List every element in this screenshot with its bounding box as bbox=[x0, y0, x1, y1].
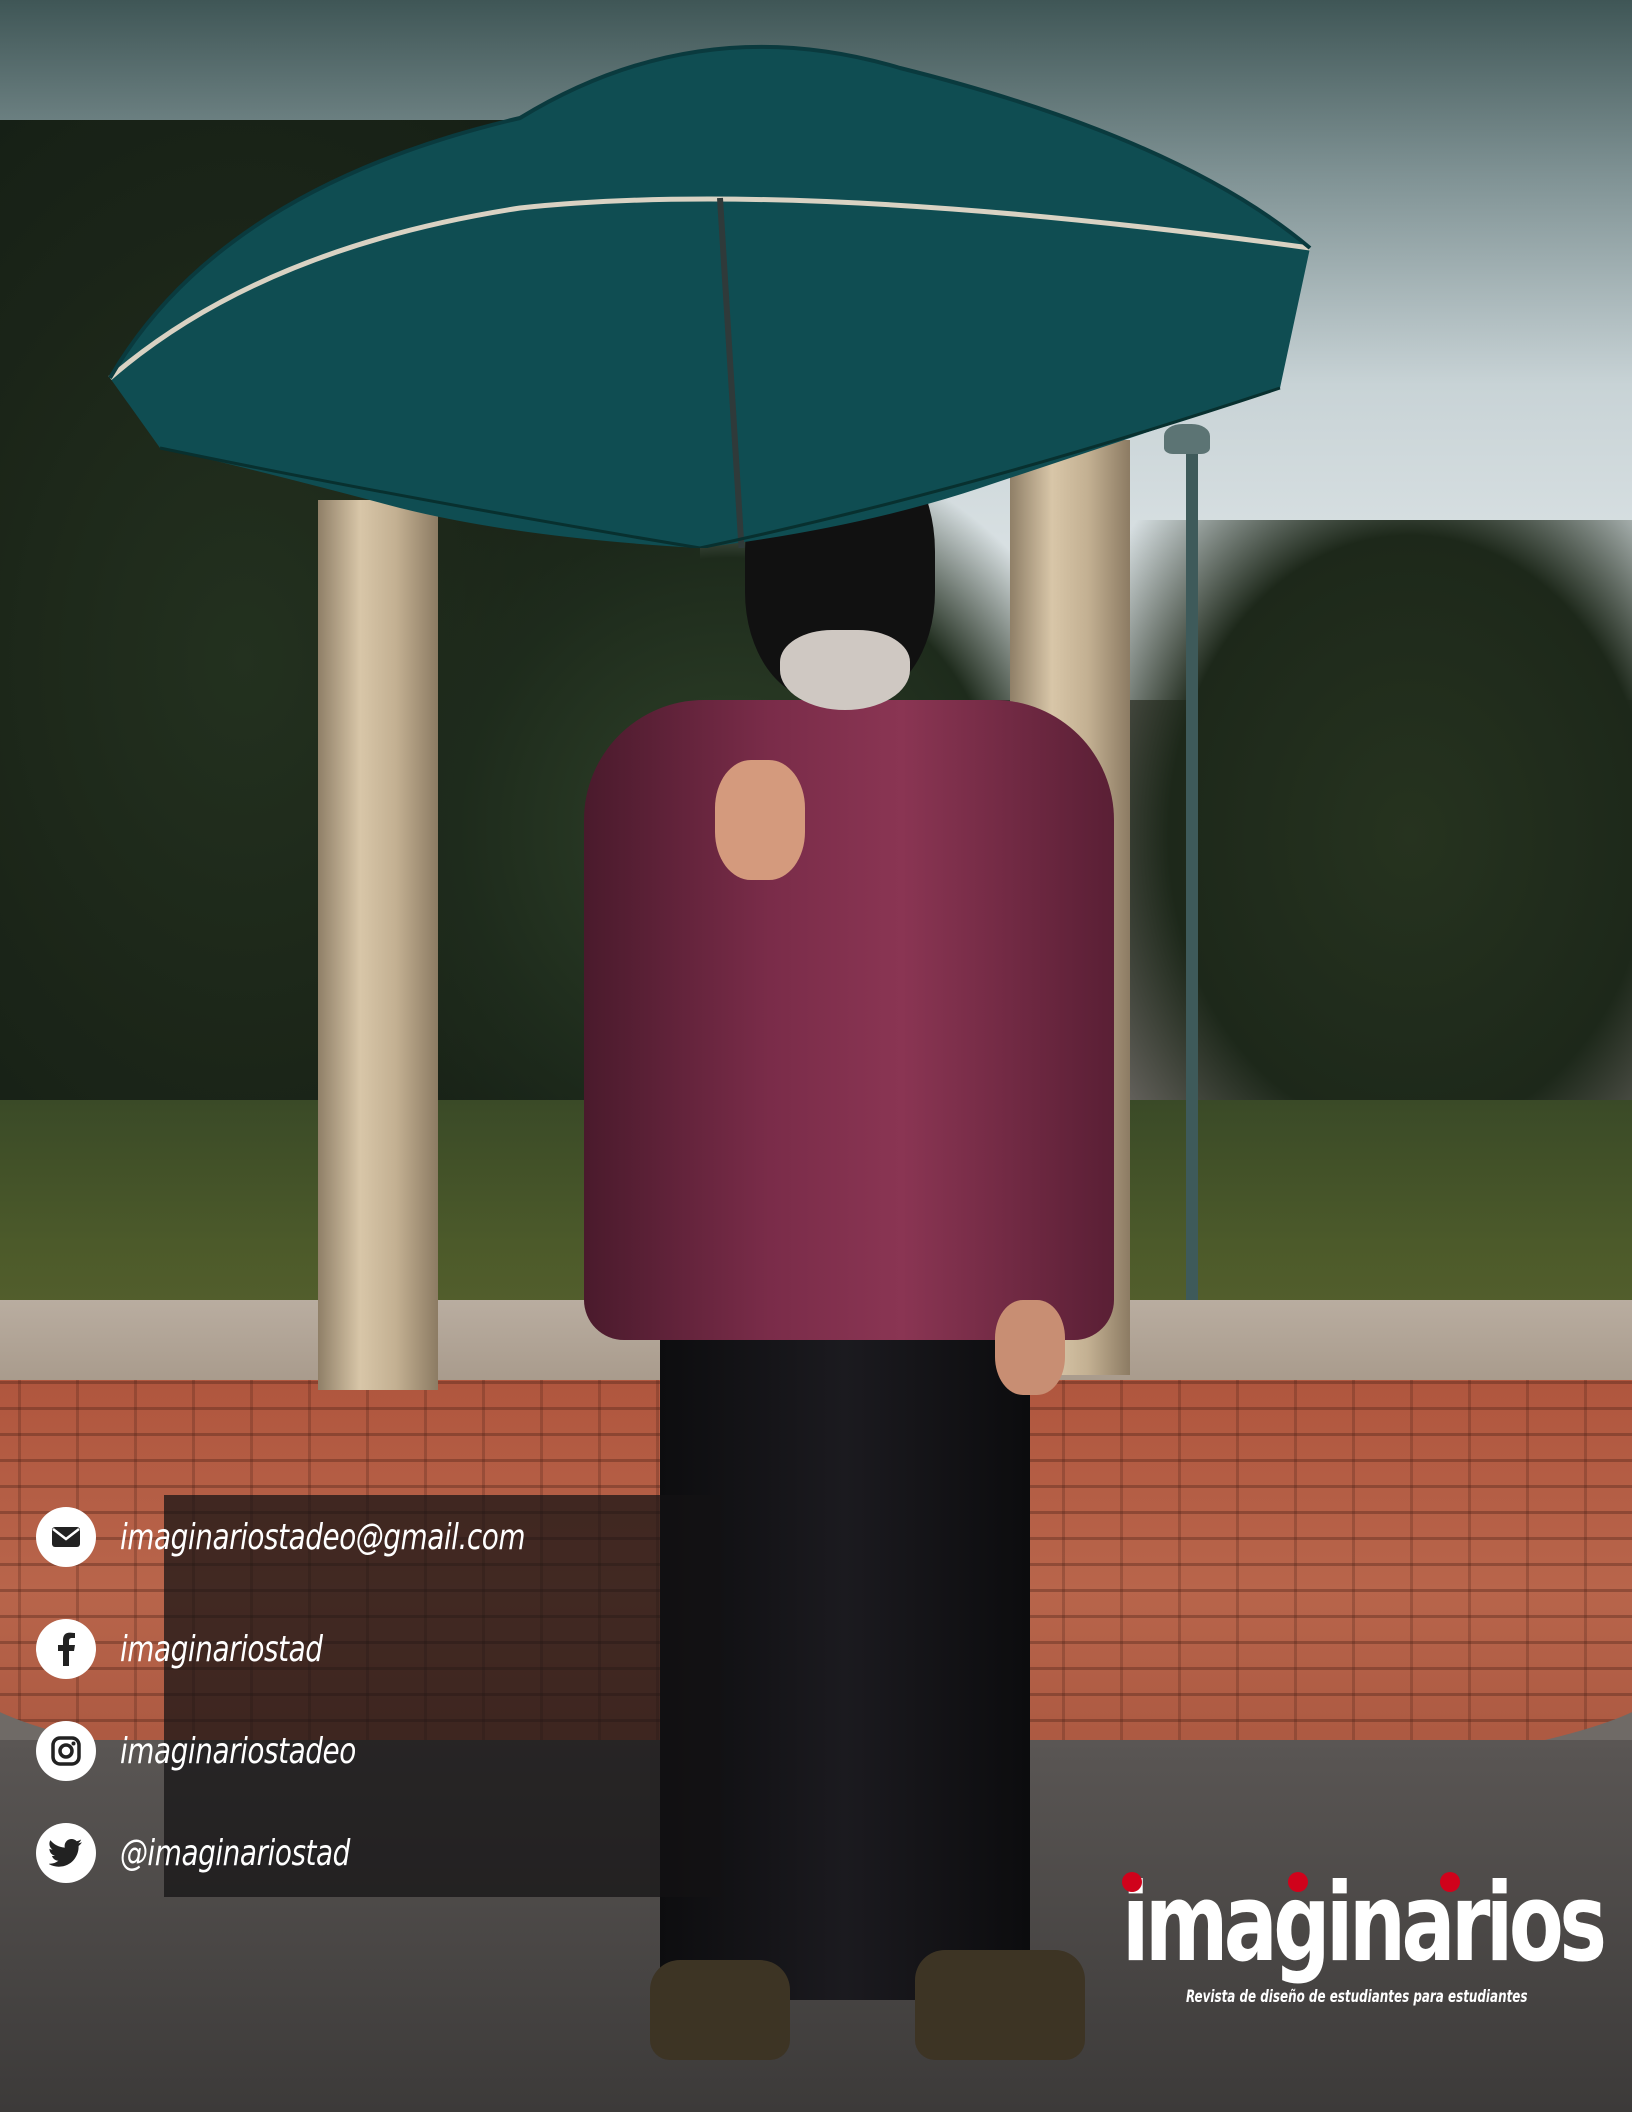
contact-facebook-row[interactable]: imaginariostad bbox=[0, 1618, 355, 1680]
street-lamp-pole bbox=[1186, 440, 1198, 1300]
facebook-icon bbox=[36, 1619, 96, 1679]
envelope-icon bbox=[36, 1507, 96, 1567]
logo-red-dot bbox=[1122, 1872, 1142, 1892]
instagram-icon bbox=[36, 1721, 96, 1781]
skull-face-mask bbox=[780, 630, 910, 710]
person-hand-holding-umbrella bbox=[715, 760, 805, 880]
contact-instagram-row[interactable]: imaginariostadeo bbox=[0, 1720, 394, 1782]
logo-wordmark: imaginarios bbox=[1122, 1861, 1607, 1986]
logo-tagline: Revista de diseño de estudiantes para es… bbox=[1186, 1987, 1528, 2007]
person-right-hand bbox=[995, 1300, 1065, 1395]
person-right-shoe bbox=[915, 1950, 1085, 2060]
contact-facebook-text: imaginariostad bbox=[120, 1628, 323, 1670]
contact-instagram-text: imaginariostadeo bbox=[120, 1730, 356, 1772]
contact-twitter-row[interactable]: @imaginariostad bbox=[0, 1822, 387, 1884]
contact-email-text: imaginariostadeo@gmail.com bbox=[120, 1516, 526, 1558]
contact-twitter-text: @imaginariostad bbox=[120, 1832, 350, 1874]
umbrella bbox=[108, 44, 1312, 548]
pillar-left bbox=[318, 500, 438, 1390]
person-jacket bbox=[584, 700, 1114, 1340]
logo-red-dot bbox=[1440, 1872, 1460, 1892]
person-left-shoe bbox=[650, 1960, 790, 2060]
logo-red-dot bbox=[1288, 1872, 1308, 1892]
imaginarios-logo: imaginarios Revista de diseño de estudia… bbox=[1110, 1870, 1607, 2020]
twitter-bird-icon bbox=[36, 1823, 96, 1883]
contact-email-row[interactable]: imaginariostadeo@gmail.com bbox=[0, 1506, 591, 1568]
